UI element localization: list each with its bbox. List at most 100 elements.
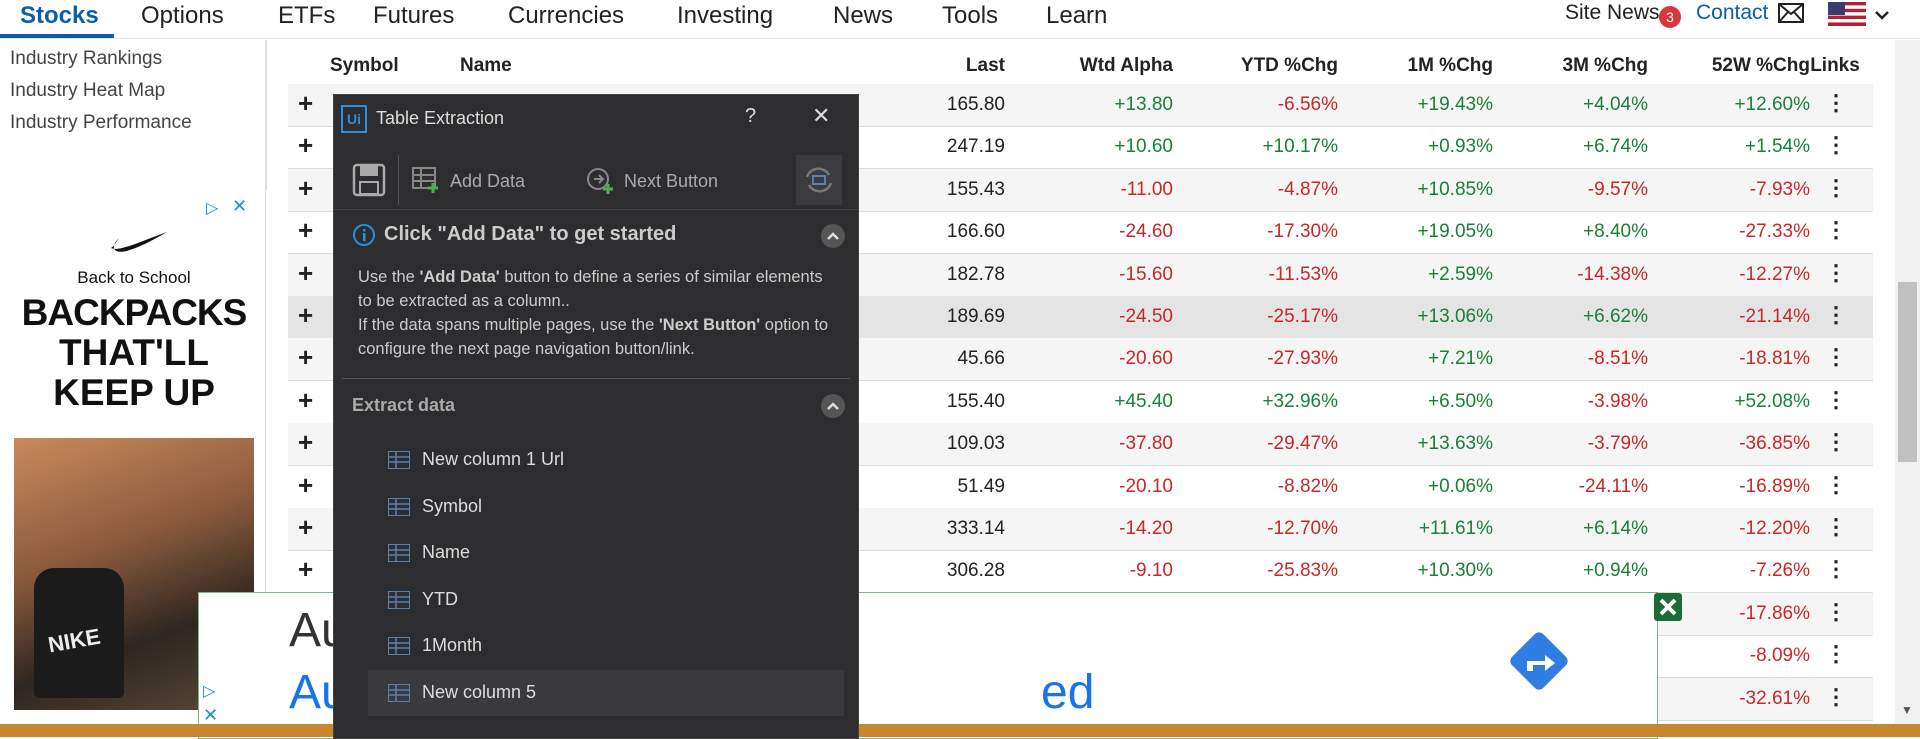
collapse-extract-icon[interactable] xyxy=(820,393,846,424)
row-links-menu-icon[interactable]: ⋮ xyxy=(1825,90,1847,116)
cell-wtd: -11.00 xyxy=(1120,178,1173,200)
dialog-toolbar: Add Data Next Button xyxy=(334,153,858,207)
expand-row-icon[interactable]: + xyxy=(298,130,313,161)
header-symbol[interactable]: Symbol xyxy=(330,55,399,77)
add-data-button[interactable]: Add Data xyxy=(412,165,542,195)
row-links-menu-icon[interactable]: ⋮ xyxy=(1825,217,1847,243)
cell-m3: +6.74% xyxy=(1583,136,1648,158)
cell-last: 45.66 xyxy=(957,348,1005,370)
cell-m3: +8.40% xyxy=(1583,221,1648,243)
cell-m3: -24.11% xyxy=(1578,475,1648,497)
cell-wtd: -20.10 xyxy=(1119,475,1173,497)
header-3m[interactable]: 3M %Chg xyxy=(1493,55,1649,77)
nav-tools[interactable]: Tools xyxy=(942,2,998,30)
row-links-menu-icon[interactable]: ⋮ xyxy=(1825,175,1847,201)
cell-wtd: -24.50 xyxy=(1119,306,1173,327)
cell-last: 306.28 xyxy=(946,560,1005,582)
extract-column-item[interactable]: Symbol xyxy=(368,484,844,530)
expand-row-icon[interactable]: + xyxy=(298,215,313,246)
nav-investing[interactable]: Investing xyxy=(677,2,773,30)
nav-learn[interactable]: Learn xyxy=(1046,2,1107,30)
cell-m1: +2.59% xyxy=(1428,263,1493,285)
uipath-logo: Ui xyxy=(341,105,367,133)
nav-stocks[interactable]: Stocks xyxy=(20,2,99,30)
collapse-info-icon[interactable] xyxy=(820,223,846,254)
ad-close-icon[interactable]: ✕ xyxy=(203,705,218,726)
extract-column-item[interactable]: New column 5 xyxy=(368,669,844,716)
excel-close-icon[interactable] xyxy=(1654,593,1682,626)
row-links-menu-icon[interactable]: ⋮ xyxy=(1825,132,1847,158)
header-52w[interactable]: 52W %Chg xyxy=(1648,55,1810,77)
contact-link[interactable]: Contact xyxy=(1696,1,1768,25)
site-news-link[interactable]: Site News xyxy=(1565,1,1660,25)
row-links-menu-icon[interactable]: ⋮ xyxy=(1825,556,1847,582)
expand-row-icon[interactable]: + xyxy=(298,427,313,458)
refresh-button[interactable] xyxy=(796,155,842,205)
ad-headline-1: BACKPACKS xyxy=(21,292,248,333)
info-text: Use the xyxy=(358,268,420,286)
extract-column-item[interactable]: 1Month xyxy=(368,623,844,669)
expand-row-icon[interactable]: + xyxy=(298,512,313,543)
extract-column-item[interactable]: Name xyxy=(368,530,844,576)
row-links-menu-icon[interactable]: ⋮ xyxy=(1825,302,1847,328)
directions-icon[interactable] xyxy=(1503,625,1575,702)
expand-row-icon[interactable]: + xyxy=(298,258,313,289)
header-last[interactable]: Last xyxy=(925,55,1005,77)
cell-last: 247.19 xyxy=(946,136,1005,158)
row-links-menu-icon[interactable]: ⋮ xyxy=(1825,429,1847,455)
header-1m[interactable]: 1M %Chg xyxy=(1338,55,1494,77)
expand-row-icon[interactable]: + xyxy=(298,470,313,501)
cell-m3: -3.98% xyxy=(1587,390,1648,412)
nav-options[interactable]: Options xyxy=(141,2,224,30)
column-table-icon xyxy=(388,683,410,702)
ad-close-icon[interactable]: ✕ xyxy=(232,196,247,217)
ad-choices-icon[interactable]: ▷ xyxy=(203,681,215,701)
next-button-button[interactable]: Next Button xyxy=(586,165,736,195)
industry-heat-map-link[interactable]: Industry Heat Map xyxy=(10,80,165,102)
industry-performance-link[interactable]: Industry Performance xyxy=(10,112,192,134)
row-links-menu-icon[interactable]: ⋮ xyxy=(1825,641,1847,667)
cell-ytd: -17.30% xyxy=(1267,221,1338,243)
envelope-icon[interactable] xyxy=(1778,3,1804,28)
cell-m3: -9.57% xyxy=(1587,178,1648,200)
header-name[interactable]: Name xyxy=(460,55,512,77)
nav-etfs[interactable]: ETFs xyxy=(278,2,335,30)
us-flag-icon[interactable] xyxy=(1828,2,1866,31)
column-label: New column 1 Url xyxy=(422,449,565,469)
nav-news[interactable]: News xyxy=(833,2,893,30)
ad-choices-icon[interactable]: ▷ xyxy=(206,198,218,218)
header-wtd-alpha[interactable]: Wtd Alpha xyxy=(1023,55,1173,77)
chevron-down-icon[interactable] xyxy=(1874,8,1890,26)
expand-row-icon[interactable]: + xyxy=(298,385,313,416)
dialog-close-button[interactable]: ✕ xyxy=(812,103,830,129)
ad-text-line-2-end: ed xyxy=(1041,666,1095,719)
row-links-menu-icon[interactable]: ⋮ xyxy=(1825,599,1847,625)
expand-row-icon[interactable]: + xyxy=(298,300,313,331)
header-ytd[interactable]: YTD %Chg xyxy=(1178,55,1338,77)
scrollbar-thumb[interactable] xyxy=(1898,282,1917,462)
expand-row-icon[interactable]: + xyxy=(298,173,313,204)
expand-row-icon[interactable]: + xyxy=(298,342,313,373)
help-button[interactable]: ? xyxy=(745,105,756,128)
cell-m1: +11.61% xyxy=(1418,518,1493,539)
expand-row-icon[interactable]: + xyxy=(298,88,313,119)
nike-swoosh-icon xyxy=(109,230,169,259)
row-links-menu-icon[interactable]: ⋮ xyxy=(1825,344,1847,370)
cell-m1: +13.63% xyxy=(1417,433,1493,455)
scroll-down-arrow-icon[interactable]: ▼ xyxy=(1901,703,1913,717)
row-links-menu-icon[interactable]: ⋮ xyxy=(1825,514,1847,540)
extract-column-item[interactable]: New column 1 Url xyxy=(368,437,844,483)
save-icon[interactable] xyxy=(352,163,386,202)
row-links-menu-icon[interactable]: ⋮ xyxy=(1825,387,1847,413)
column-label: 1Month xyxy=(422,635,483,655)
expand-row-icon[interactable]: + xyxy=(298,554,313,585)
extract-column-item[interactable]: YTD xyxy=(368,577,844,623)
cell-m1: +0.93% xyxy=(1428,136,1493,158)
row-links-menu-icon[interactable]: ⋮ xyxy=(1825,472,1847,498)
row-links-menu-icon[interactable]: ⋮ xyxy=(1825,260,1847,286)
row-links-menu-icon[interactable]: ⋮ xyxy=(1825,684,1847,710)
industry-rankings-link[interactable]: Industry Rankings xyxy=(10,48,162,70)
nav-futures[interactable]: Futures xyxy=(373,2,454,30)
cell-w52: -21.14% xyxy=(1739,306,1810,327)
nav-currencies[interactable]: Currencies xyxy=(508,2,624,30)
